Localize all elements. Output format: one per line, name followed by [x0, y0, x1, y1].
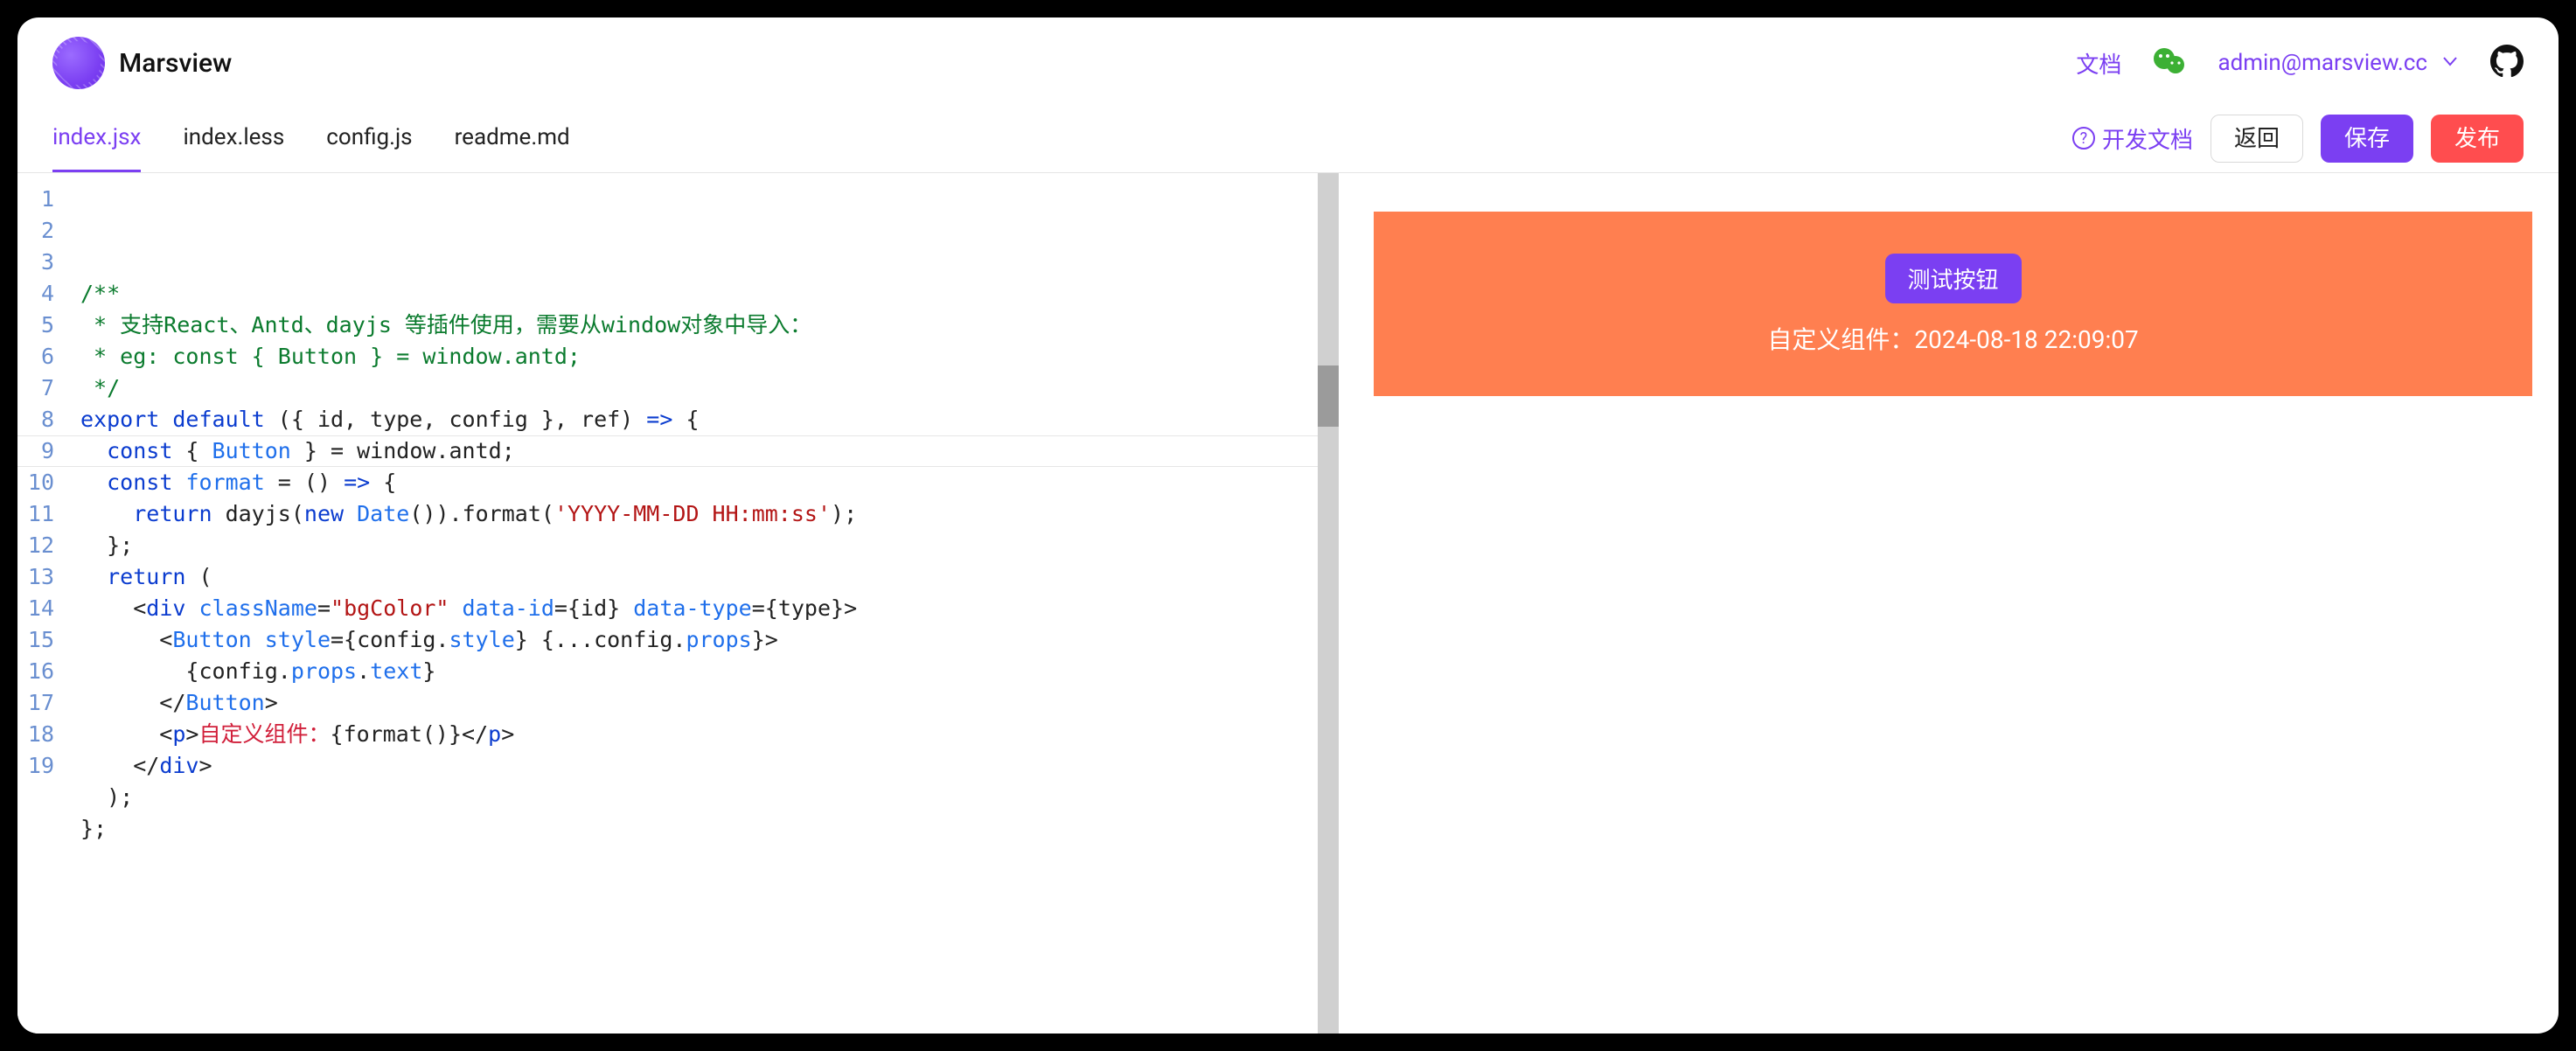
app-name: Marsview [119, 48, 232, 79]
user-email: admin@marsview.cc [2217, 50, 2427, 76]
github-icon[interactable] [2490, 45, 2524, 81]
chevron-down-icon [2441, 52, 2459, 73]
dev-docs-label: 开发文档 [2102, 122, 2193, 155]
preview-timestamp: 2024-08-18 22:09:07 [1914, 325, 2138, 354]
toolbar: index.jsx index.less config.js readme.md… [17, 105, 2559, 173]
tab-config-js[interactable]: config.js [326, 105, 412, 172]
tab-index-jsx[interactable]: index.jsx [52, 105, 141, 172]
logo-icon [52, 37, 105, 89]
preview-card: 测试按钮 自定义组件：2024-08-18 22:09:07 [1374, 212, 2532, 396]
splitter[interactable] [1318, 173, 1339, 1034]
line-gutter: 12345678910111213141516171819 [17, 173, 63, 1034]
editor-pane[interactable]: 12345678910111213141516171819 /** * 支持Re… [17, 173, 1339, 1034]
preview-caption-prefix: 自定义组件： [1767, 325, 1914, 354]
file-tabs: index.jsx index.less config.js readme.md [52, 105, 570, 172]
user-dropdown[interactable]: admin@marsview.cc [2217, 50, 2459, 76]
question-circle-icon: ? [2072, 127, 2095, 150]
publish-button[interactable]: 发布 [2431, 115, 2524, 162]
tab-index-less[interactable]: index.less [183, 105, 284, 172]
splitter-handle[interactable] [1318, 365, 1339, 427]
dev-docs-link[interactable]: ? 开发文档 [2072, 122, 2193, 155]
docs-link[interactable]: 文档 [2076, 47, 2121, 80]
preview-pane: 测试按钮 自定义组件：2024-08-18 22:09:07 [1339, 173, 2559, 1034]
code-area[interactable]: /** * 支持React、Antd、dayjs 等插件使用，需要从window… [63, 173, 1318, 1034]
app-window: Marsview 文档 admin@marsview.cc [17, 17, 2559, 1034]
save-button[interactable]: 保存 [2321, 115, 2413, 162]
header: Marsview 文档 admin@marsview.cc [17, 17, 2559, 105]
logo[interactable]: Marsview [52, 37, 232, 89]
back-button[interactable]: 返回 [2210, 115, 2303, 162]
tab-readme[interactable]: readme.md [455, 105, 570, 172]
wechat-icon[interactable] [2153, 46, 2186, 80]
body: 12345678910111213141516171819 /** * 支持Re… [17, 173, 2559, 1034]
preview-caption: 自定义组件：2024-08-18 22:09:07 [1391, 321, 2515, 356]
preview-test-button[interactable]: 测试按钮 [1885, 254, 2022, 303]
